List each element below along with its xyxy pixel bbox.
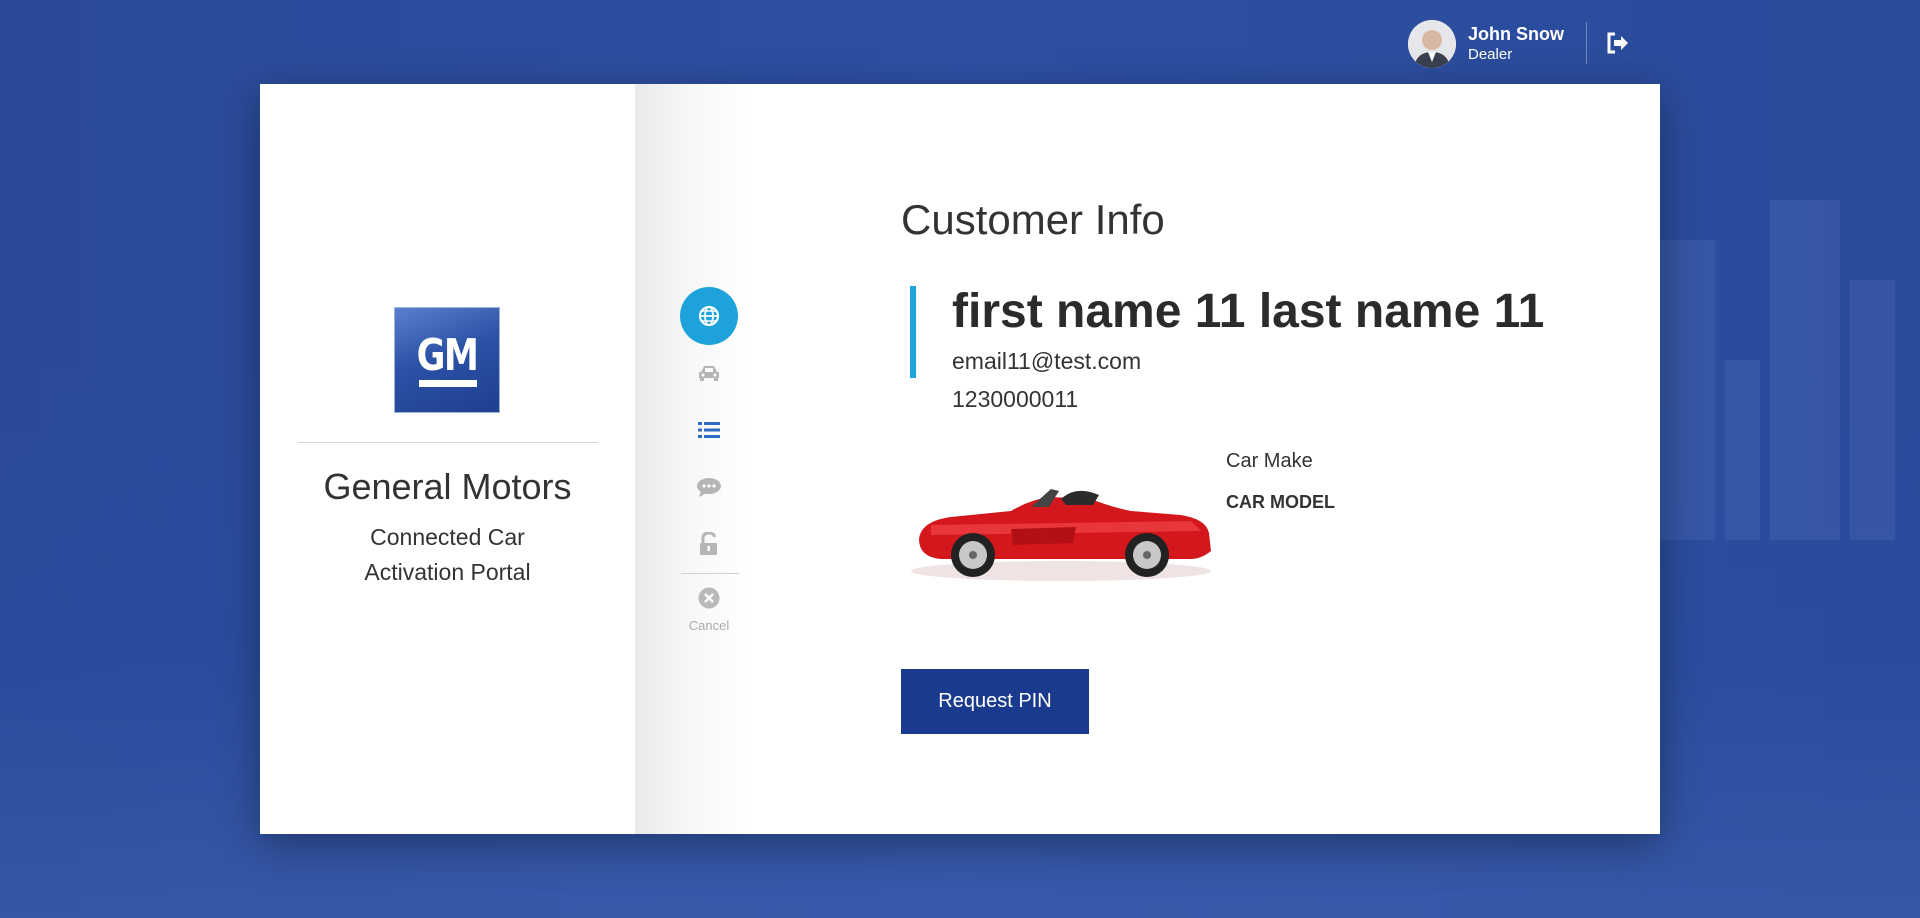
chat-icon bbox=[697, 478, 721, 497]
company-name: General Motors bbox=[323, 466, 572, 507]
gm-logo: GM bbox=[394, 307, 500, 413]
cancel-label: Cancel bbox=[688, 618, 730, 633]
header-divider bbox=[1586, 22, 1587, 64]
brand-panel: GM General Motors Connected Car Activati… bbox=[260, 84, 635, 834]
divider bbox=[298, 442, 598, 443]
user-profile[interactable]: John Snow Dealer bbox=[1408, 20, 1564, 68]
portal-subtitle: Connected Car Activation Portal bbox=[260, 520, 635, 590]
user-role: Dealer bbox=[1468, 46, 1513, 63]
accent-bar bbox=[910, 286, 916, 378]
step-vehicle[interactable] bbox=[680, 344, 738, 402]
step-details[interactable] bbox=[680, 401, 738, 459]
car-icon bbox=[699, 366, 719, 381]
step-customer-info[interactable] bbox=[680, 287, 738, 345]
close-circle-icon bbox=[698, 587, 720, 609]
request-pin-button[interactable]: Request PIN bbox=[901, 669, 1089, 734]
customer-name: first name 11 last name 11 bbox=[952, 285, 1545, 338]
cancel-button[interactable]: Cancel bbox=[676, 587, 742, 633]
logo-text: GM bbox=[416, 330, 479, 381]
car-image bbox=[901, 459, 1226, 589]
car-make: Car Make bbox=[1226, 450, 1313, 472]
activation-card: GM General Motors Connected Car Activati… bbox=[260, 84, 1660, 834]
avatar bbox=[1408, 20, 1456, 68]
section-title: Customer Info bbox=[901, 196, 1165, 243]
customer-phone: 1230000011 bbox=[952, 386, 1079, 412]
steps-column bbox=[635, 84, 885, 834]
globe-icon bbox=[699, 306, 719, 326]
unlock-icon bbox=[700, 532, 717, 555]
list-icon bbox=[698, 422, 720, 438]
sign-out-icon bbox=[1607, 32, 1628, 54]
step-activation[interactable] bbox=[680, 515, 738, 573]
subtitle-line-2: Activation Portal bbox=[364, 559, 531, 585]
logout-button[interactable] bbox=[1606, 32, 1630, 54]
user-name: John Snow bbox=[1468, 24, 1564, 44]
step-messages[interactable] bbox=[680, 458, 738, 516]
steps-divider bbox=[681, 573, 739, 574]
car-model: CAR MODEL bbox=[1226, 492, 1335, 512]
customer-email: email11@test.com bbox=[952, 348, 1142, 374]
subtitle-line-1: Connected Car bbox=[370, 524, 525, 550]
